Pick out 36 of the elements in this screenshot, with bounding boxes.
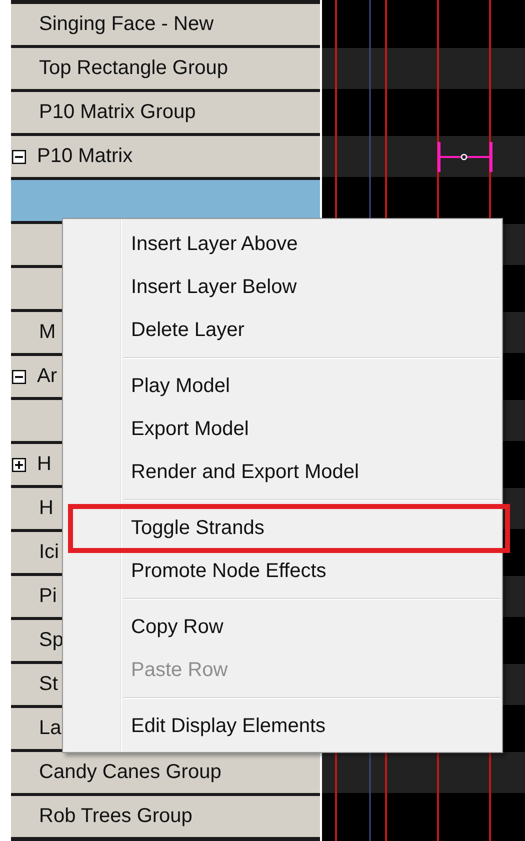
model-row[interactable]: Singing Face - New (11, 4, 320, 45)
menu-item[interactable]: Copy Row (63, 606, 502, 649)
row-label: Rob Trees Group (38, 805, 192, 828)
menu-item[interactable]: Promote Node Effects (63, 550, 502, 593)
row-label: La (38, 717, 62, 740)
menu-item[interactable]: Insert Layer Above (63, 223, 502, 266)
menu-item[interactable]: Toggle Strands (71, 507, 507, 550)
row-label: P10 Matrix (36, 145, 133, 168)
model-row[interactable]: Rob Trees Group (11, 796, 320, 837)
model-row[interactable]: Candy Canes Group (11, 752, 320, 793)
menu-item[interactable]: Insert Layer Below (63, 266, 502, 309)
row-label: St (38, 673, 58, 696)
model-row[interactable]: P10 Matrix (11, 136, 320, 177)
effect-marker-icon[interactable] (437, 140, 493, 174)
menu-item[interactable]: Delete Layer (63, 309, 502, 352)
expander-icon[interactable] (12, 370, 26, 384)
model-row[interactable]: Top Rectangle Group (11, 48, 320, 89)
menu-item[interactable]: Export Model (63, 408, 502, 451)
menu-item[interactable]: Render and Export Model (63, 451, 502, 494)
expander-icon[interactable] (12, 458, 26, 472)
row-label: Candy Canes Group (38, 761, 222, 784)
menu-item[interactable]: Play Model (63, 365, 502, 408)
row-label: M (38, 321, 56, 344)
row-label: Singing Face - New (38, 13, 214, 36)
row-label: H (38, 497, 54, 520)
row-label: H (36, 453, 52, 476)
model-row[interactable] (11, 180, 320, 221)
row-label: Pi (38, 585, 57, 608)
row-label: Sp (38, 629, 64, 652)
row-label: P10 Matrix Group (38, 101, 196, 124)
menu-item[interactable]: Edit Display Elements (63, 705, 502, 748)
row-label: Ici (38, 541, 59, 564)
model-row[interactable]: P10 Matrix Group (11, 92, 320, 133)
row-label: Top Rectangle Group (38, 57, 228, 80)
expander-icon[interactable] (12, 150, 26, 164)
row-label: Ar (36, 365, 57, 388)
